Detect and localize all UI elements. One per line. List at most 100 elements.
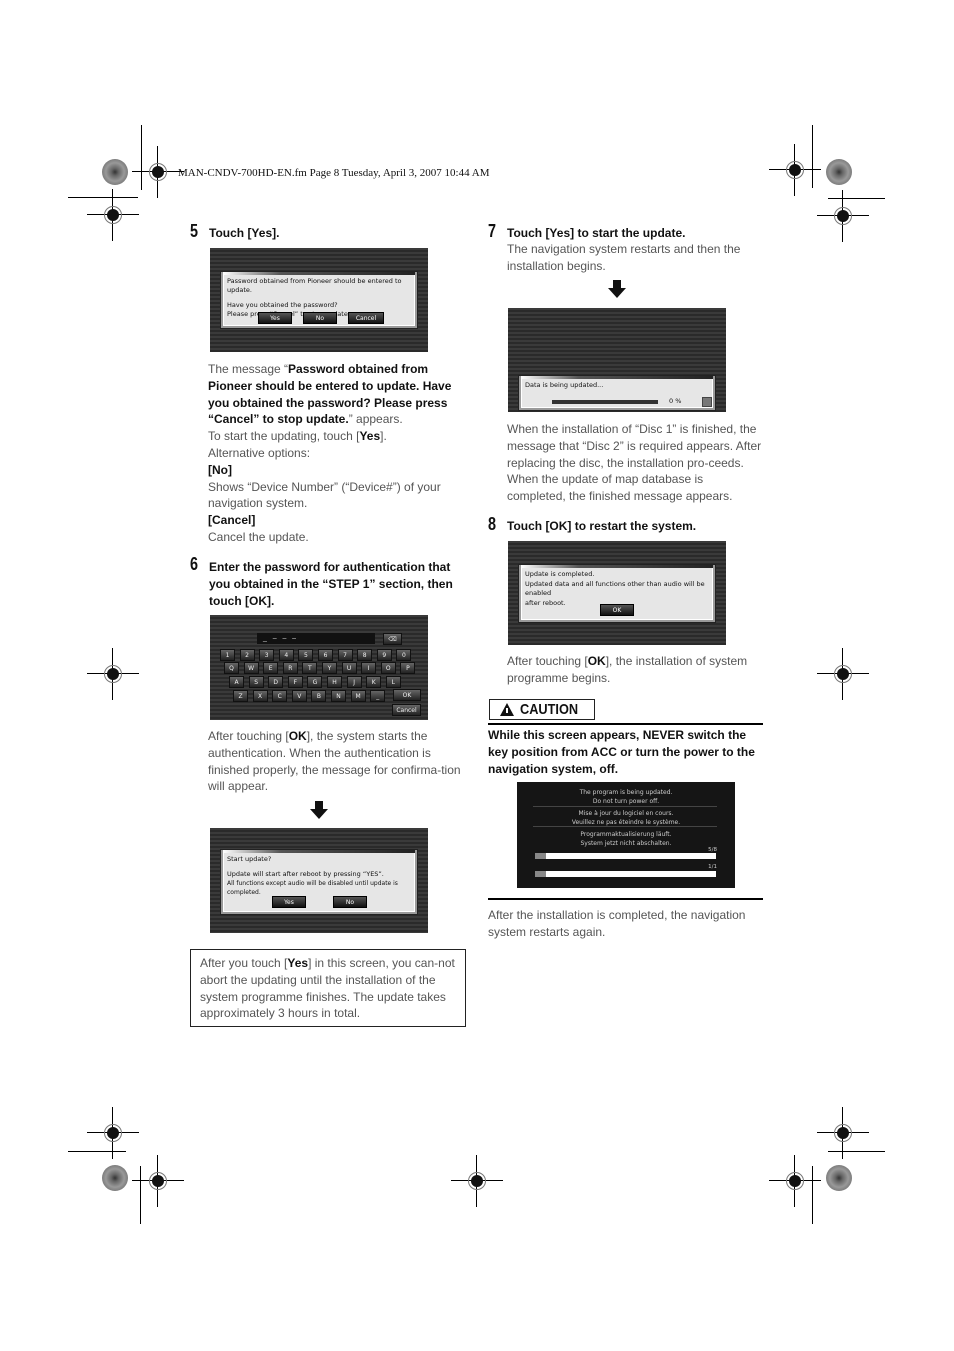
note-box: After you touch [Yes] in this screen, yo… [190, 949, 466, 1027]
caution-after: After the installation is completed, the… [488, 908, 746, 939]
stop-icon[interactable] [702, 397, 712, 407]
registration-mark [817, 1107, 869, 1159]
option-no-label: [No] [208, 462, 232, 477]
keyboard-key[interactable]: 6 [318, 649, 333, 661]
yes-button[interactable]: Yes [272, 896, 306, 908]
keyboard-key[interactable]: A [229, 676, 244, 688]
caution-end-rule [488, 898, 763, 900]
caution-text: While this screen appears, NEVER switch … [488, 728, 755, 776]
color-rose-mark [826, 159, 852, 185]
step-5-number: 5 [190, 221, 199, 241]
step-6-description: After touching [OK], the system starts t… [208, 729, 461, 794]
keyboard-key[interactable]: Z [233, 690, 248, 702]
keyboard-key[interactable]: 4 [278, 649, 294, 661]
step-8-description: After touching [OK], the installation of… [507, 654, 748, 685]
progress-bar-fill [535, 853, 546, 859]
cancel-key[interactable]: Cancel [392, 704, 421, 716]
update-complete-screen: Update is completed. Updated data and al… [508, 541, 726, 645]
keyboard-key[interactable]: P [400, 662, 416, 674]
caution-label: CAUTION [520, 701, 579, 718]
crop-line [68, 197, 138, 198]
keyboard-key[interactable]: X [252, 690, 268, 702]
program-updating-screen: The program is being updated. Do not tur… [517, 782, 735, 888]
keyboard-key[interactable]: 9 [376, 649, 392, 661]
crop-line [812, 1166, 813, 1224]
english-line-1: The program is being updated. [579, 789, 673, 796]
progress-bar-total [535, 871, 716, 877]
keyboard-key[interactable]: G [307, 676, 323, 688]
color-rose-mark [826, 1165, 852, 1191]
screen-divider [533, 826, 717, 827]
keyboard-key[interactable]: T [302, 662, 318, 674]
keyboard-key[interactable]: I [361, 662, 377, 674]
keyboard-key[interactable]: 3 [259, 649, 275, 661]
warning-icon-mark [506, 708, 508, 713]
file-header: MAN-CNDV-700HD-EN.fm Page 8 Tuesday, Apr… [178, 167, 490, 179]
password-field[interactable]: _ – – – [257, 633, 375, 644]
crop-line [68, 1151, 126, 1152]
keyboard-key[interactable]: H [327, 676, 342, 688]
dialog-line: Have you obtained the password? [227, 301, 338, 309]
step-5-description: The message “Password obtained from Pion… [208, 361, 468, 546]
keyboard-key[interactable]: J [346, 676, 362, 688]
keyboard-key[interactable]: K [366, 676, 382, 688]
keyboard-key[interactable]: C [272, 690, 288, 702]
option-cancel-description: Cancel the update. [208, 529, 309, 544]
registration-mark [132, 1155, 184, 1207]
keyboard-key[interactable]: L [385, 676, 401, 688]
keyboard-key[interactable]: 8 [357, 649, 373, 661]
keyboard-key[interactable]: Y [322, 662, 337, 674]
keyboard-screen: _ – – – ⌫ 1234567890 QWERTYUIOP ASDFGHJKL Z… [210, 615, 428, 720]
keyboard-key[interactable]: 1 [220, 649, 235, 661]
keyboard-key[interactable]: Q [224, 662, 239, 674]
keyboard-key[interactable]: O [380, 662, 396, 674]
keyboard-key[interactable]: R [282, 662, 298, 674]
step-7-description: The navigation system restarts and then … [507, 242, 741, 273]
dialog-line: Password obtained from Pioneer should be… [227, 277, 402, 294]
no-button[interactable]: No [333, 896, 367, 908]
step-5-screen: Password obtained from Pioneer should be… [210, 248, 428, 352]
keyboard-key[interactable]: B [311, 690, 327, 702]
ok-key[interactable]: OK [393, 689, 421, 701]
keyboard-key[interactable]: S [248, 676, 264, 688]
backspace-key[interactable]: ⌫ [383, 633, 402, 645]
keyboard-key[interactable]: 7 [337, 649, 353, 661]
keyboard-key[interactable]: N [331, 690, 346, 702]
caution-rule [488, 723, 763, 725]
progress-bar [552, 400, 658, 404]
keyboard-key[interactable]: E [263, 662, 279, 674]
yes-button[interactable]: Yes [258, 312, 292, 324]
keyboard-key[interactable]: W [243, 662, 259, 674]
start-update-screen: Start update? Update will start after re… [210, 828, 428, 933]
no-button[interactable]: No [303, 312, 337, 324]
crop-line [812, 125, 813, 188]
registration-mark [817, 190, 869, 242]
registration-mark [769, 144, 821, 196]
step-7-title: Touch [Yes] to start the update. [507, 226, 686, 240]
keyboard-key[interactable]: F [287, 676, 303, 688]
keyboard-key[interactable]: 5 [298, 649, 314, 661]
dialog-line: Updated data and all functions other tha… [525, 580, 705, 597]
keyboard-key[interactable]: U [341, 662, 357, 674]
caution-badge: CAUTION [489, 699, 595, 720]
german-line-2: System jetzt nicht abschalten. [580, 840, 672, 847]
keyboard-key[interactable]: M [350, 690, 366, 702]
keyboard-key[interactable]: 0 [396, 649, 412, 661]
message-paragraph: The message “Password obtained from Pion… [208, 362, 452, 427]
step-7-number: 7 [488, 221, 497, 241]
cancel-button[interactable]: Cancel [348, 312, 384, 324]
progress-screen: Data is being updated... 0 % [508, 308, 726, 412]
start-update-dialog: Start update? Update will start after re… [221, 850, 417, 914]
keyboard-key[interactable]: D [268, 676, 284, 688]
registration-mark [769, 1155, 821, 1207]
registration-mark [87, 1107, 139, 1159]
dialog-line: Start update? [227, 855, 272, 863]
step-5-title: Touch [Yes]. [209, 226, 280, 240]
ok-button[interactable]: OK [600, 604, 634, 616]
keyboard-key[interactable]: V [291, 690, 307, 702]
progress-dialog: Data is being updated... 0 % [519, 376, 715, 410]
keyboard-key[interactable]: _ [370, 690, 386, 702]
dialog-line: All functions except audio will be disab… [227, 880, 398, 896]
registration-mark [132, 146, 184, 198]
keyboard-key[interactable]: 2 [239, 649, 255, 661]
